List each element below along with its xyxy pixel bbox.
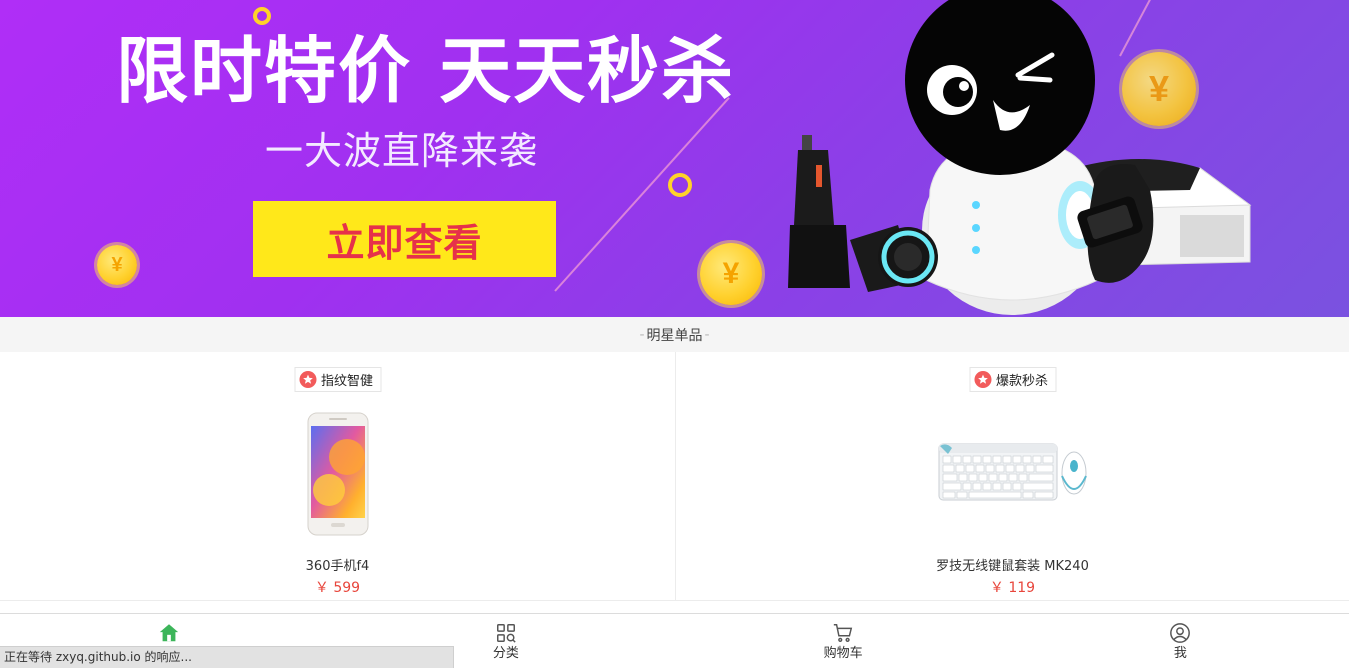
category-grid-icon <box>496 624 516 643</box>
tab-me-label: 我 <box>1173 646 1187 661</box>
dongle-illustration <box>850 225 938 292</box>
featured-products-grid: 指纹智健 360手机f4 ￥ 599 爆款秒杀 罗技无线键鼠套装 MK240 ￥… <box>0 352 1349 601</box>
promo-banner[interactable]: ¥ ¥ ¥ 限时特价 天天秒杀 一大波直降来袭 立即查看 <box>0 0 1349 317</box>
tab-cart[interactable]: 购物车 <box>675 614 1012 668</box>
tab-cart-label: 购物车 <box>823 646 863 661</box>
user-icon <box>1170 623 1191 643</box>
product-name[interactable]: 360手机f4 <box>0 555 675 574</box>
featured-section-header: - 明星单品 - <box>0 317 1349 352</box>
product-price: ￥ 599 <box>314 580 361 596</box>
cart-icon <box>833 624 853 642</box>
home-icon <box>159 624 178 642</box>
title-dash-right: - <box>704 326 710 343</box>
tab-category-label: 分类 <box>492 646 519 661</box>
coin-icon: ¥ <box>97 245 137 285</box>
car-charger-illustration <box>788 135 850 288</box>
title-dash-left: - <box>639 326 645 343</box>
product-tag-label: 爆款秒杀 <box>995 374 1049 389</box>
banner-products-illustration <box>788 0 1252 315</box>
star-badge-icon <box>298 371 316 388</box>
product-tag-badge: 指纹智健 <box>293 367 382 392</box>
product-price: ￥ 119 <box>989 580 1036 596</box>
view-now-button[interactable]: 立即查看 <box>253 201 556 277</box>
banner-headline: 限时特价 天天秒杀 <box>116 29 736 113</box>
product-image-phone[interactable] <box>307 412 369 536</box>
product-tag-label: 指纹智健 <box>320 374 374 389</box>
browser-status-bar: 正在等待 zxyq.github.io 的响应... <box>0 646 454 668</box>
star-badge-icon <box>973 371 991 388</box>
product-card[interactable]: 指纹智健 360手机f4 ￥ 599 <box>0 352 675 601</box>
banner-subline: 一大波直降来袭 <box>265 129 539 173</box>
banner-ring-decoration <box>253 7 271 25</box>
product-card[interactable]: 爆款秒杀 罗技无线键鼠套装 MK240 ￥ 119 <box>675 352 1349 601</box>
product-image-keyboard-mouse[interactable] <box>938 440 1088 504</box>
coin-icon: ¥ <box>700 243 762 305</box>
tab-me[interactable]: 我 <box>1012 614 1349 668</box>
product-tag-badge: 爆款秒杀 <box>968 367 1057 392</box>
product-name[interactable]: 罗技无线键鼠套装 MK240 <box>676 555 1349 574</box>
banner-ring-decoration <box>668 173 692 197</box>
featured-section-title: 明星单品 <box>646 327 703 344</box>
